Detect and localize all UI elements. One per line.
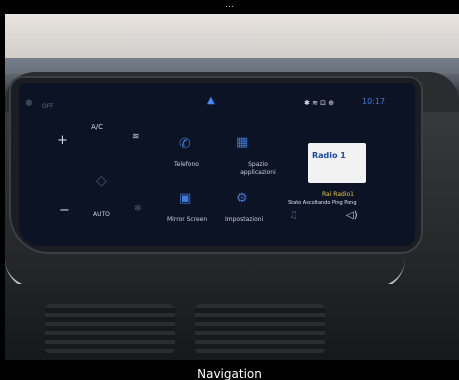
air-vent-left	[45, 304, 175, 354]
air-vent-right	[195, 304, 325, 354]
chevron-up-icon[interactable]: ▲	[207, 95, 215, 106]
top-caption: ...	[0, 0, 459, 14]
app-label-settings[interactable]: Impostazioni	[225, 216, 263, 223]
temp-plus-button[interactable]: +	[57, 133, 68, 148]
app-label-apps[interactable]: Spazio applicazioni	[236, 161, 280, 177]
rai-logo-text: Radio 1	[312, 151, 346, 160]
fan-icon: ✽	[25, 99, 33, 109]
airflow-icon[interactable]: ≋	[132, 132, 140, 142]
apps-grid-icon[interactable]: ▦	[236, 135, 248, 150]
music-note-icon[interactable]: ♫	[289, 210, 298, 221]
status-time: 10:17	[362, 97, 386, 106]
bottom-caption: Navigation	[0, 360, 459, 380]
volume-icon[interactable]: ◁)	[346, 210, 358, 221]
auto-button[interactable]: AUTO	[93, 211, 110, 218]
climate-off-label[interactable]: OFF	[42, 103, 54, 110]
app-label-phone[interactable]: Telefono	[174, 161, 199, 168]
settings-gear-icon[interactable]: ⚙	[236, 191, 248, 206]
ac-button[interactable]: A/C	[91, 123, 103, 131]
mirror-screen-icon[interactable]: ▣	[179, 191, 191, 206]
now-playing: Stato Ascoltando Ping Pong	[288, 200, 357, 206]
temp-minus-button[interactable]: −	[59, 203, 70, 218]
heat-seat-icon[interactable]: ◇	[96, 173, 107, 189]
dashboard-photo: OFF ✽ ▲ ✱ ≋ ⊡ ⊕ 10:17 + A/C ≋ ◇ − AUTO ✻…	[5, 14, 459, 360]
infotainment-screen: OFF ✽ ▲ ✱ ≋ ⊡ ⊕ 10:17 + A/C ≋ ◇ − AUTO ✻…	[19, 83, 415, 246]
station-name: Rai Radio1	[322, 191, 354, 198]
radio-logo[interactable]: Radio 1	[308, 143, 366, 183]
photo-frame: ... OFF ✽ ▲ ✱ ≋ ⊡ ⊕ 10:17 + A/C ≋ ◇ − AU…	[0, 0, 459, 380]
app-label-mirror[interactable]: Mirror Screen	[167, 216, 207, 223]
phone-icon[interactable]: ✆	[179, 136, 191, 152]
status-icons: ✱ ≋ ⊡ ⊕	[304, 99, 335, 107]
fan-speed-icon[interactable]: ✻	[134, 204, 142, 214]
